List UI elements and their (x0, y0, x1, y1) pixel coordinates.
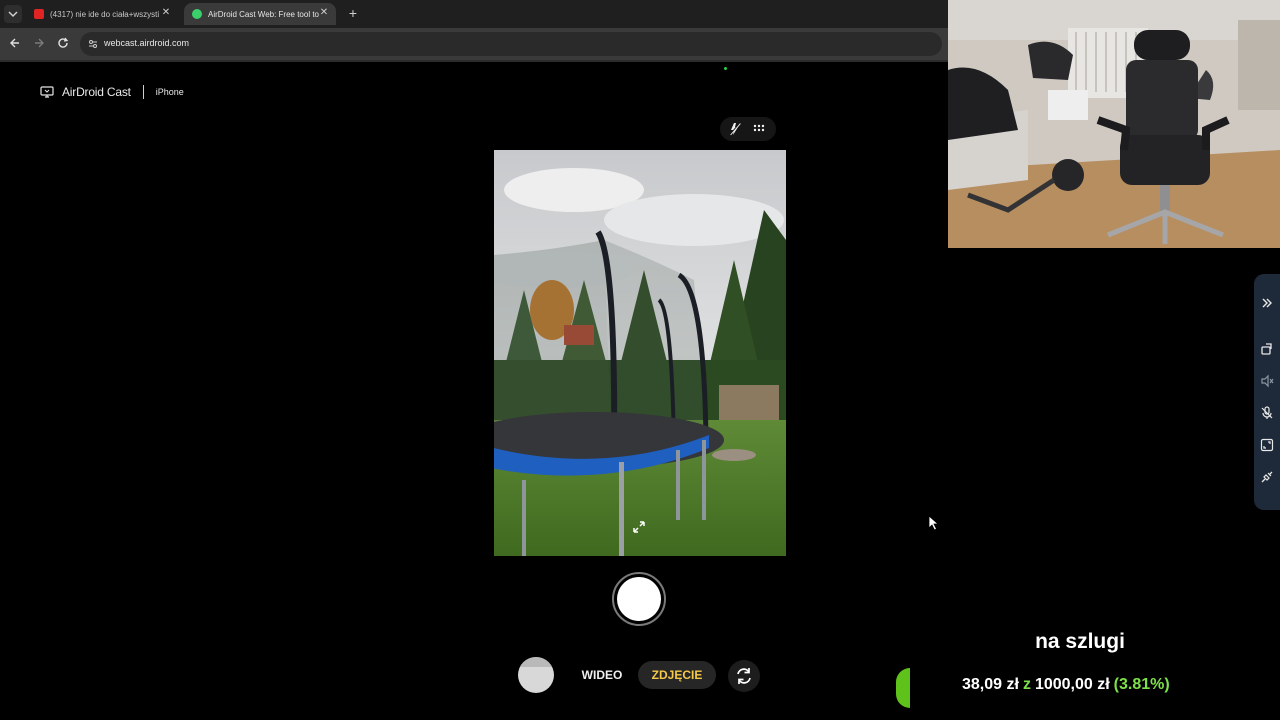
browser-tab-youtube[interactable]: (4317) nie ide do ciała+wszysti ✕ (26, 3, 178, 25)
camera-viewfinder (494, 150, 786, 556)
app-header: AirDroid Cast iPhone (40, 84, 184, 100)
mode-photo[interactable]: ZDJĘCIE (638, 661, 716, 689)
back-button[interactable] (8, 36, 22, 50)
forward-button[interactable] (32, 36, 46, 50)
grid-icon[interactable] (753, 124, 765, 134)
app-brand-name: AirDroid Cast (62, 85, 131, 99)
donation-separator: z (1022, 676, 1031, 693)
switch-camera-button[interactable] (728, 660, 760, 692)
tab-title: AirDroid Cast Web: Free tool to (208, 9, 320, 19)
device-name: iPhone (155, 87, 184, 97)
airdroid-favicon-icon (192, 9, 202, 19)
browser-tab-airdroid[interactable]: AirDroid Cast Web: Free tool to ✕ (184, 3, 336, 25)
webcam-overlay (948, 0, 1280, 248)
donation-current-amount: 38,09 zł (962, 676, 1019, 693)
donation-goal-amounts: 38,09 zł z 1000,00 zł (3.81%) (962, 676, 1170, 694)
close-tab-button[interactable]: ✕ (160, 7, 172, 19)
reload-button[interactable] (56, 36, 70, 50)
switch-camera-icon (737, 668, 751, 684)
gallery-thumbnail[interactable] (518, 657, 554, 693)
shutter-button[interactable] (612, 572, 666, 626)
tab-search-button[interactable] (4, 5, 22, 23)
cast-logo-icon (40, 86, 54, 98)
fullscreen-icon[interactable] (1260, 438, 1274, 452)
mouse-pointer-icon (928, 515, 940, 531)
connection-status-dot (724, 67, 727, 70)
rotate-icon[interactable] (1260, 342, 1274, 356)
plus-icon: + (348, 5, 358, 21)
flash-auto-icon[interactable] (728, 122, 742, 136)
webcam-video-image (948, 0, 1280, 248)
chevron-down-icon (8, 11, 18, 18)
shutter-icon (617, 577, 661, 621)
close-tab-button[interactable]: ✕ (318, 7, 330, 19)
chrome-divider (0, 60, 948, 62)
youtube-favicon-icon (34, 9, 44, 19)
collapse-icon[interactable] (1260, 296, 1274, 310)
donation-target-amount: 1000,00 zł (1034, 676, 1110, 693)
camera-top-controls (720, 117, 776, 141)
tab-title: (4317) nie ide do ciała+wszysti (50, 9, 160, 19)
browser-tab-bar: (4317) nie ide do ciała+wszysti ✕ AirDro… (0, 0, 948, 28)
donation-goal-title: na szlugi (1035, 630, 1125, 653)
cast-control-panel (1254, 274, 1280, 510)
donation-progress-indicator (896, 668, 910, 708)
mode-video[interactable]: WIDEO (574, 661, 630, 689)
url-text: webcast.airdroid.com (104, 38, 190, 48)
disconnect-icon[interactable] (1260, 470, 1274, 484)
camera-preview-image (494, 150, 786, 556)
site-info-icon[interactable] (88, 39, 98, 49)
new-tab-button[interactable]: + (345, 5, 361, 21)
browser-toolbar: webcast.airdroid.com (0, 28, 948, 60)
donation-percent: (3.81%) (1113, 676, 1170, 693)
address-bar[interactable]: webcast.airdroid.com (80, 32, 942, 56)
expand-icon[interactable] (632, 520, 646, 534)
mic-off-icon[interactable] (1260, 406, 1274, 420)
sound-off-icon[interactable] (1260, 374, 1274, 388)
header-divider (142, 85, 144, 99)
